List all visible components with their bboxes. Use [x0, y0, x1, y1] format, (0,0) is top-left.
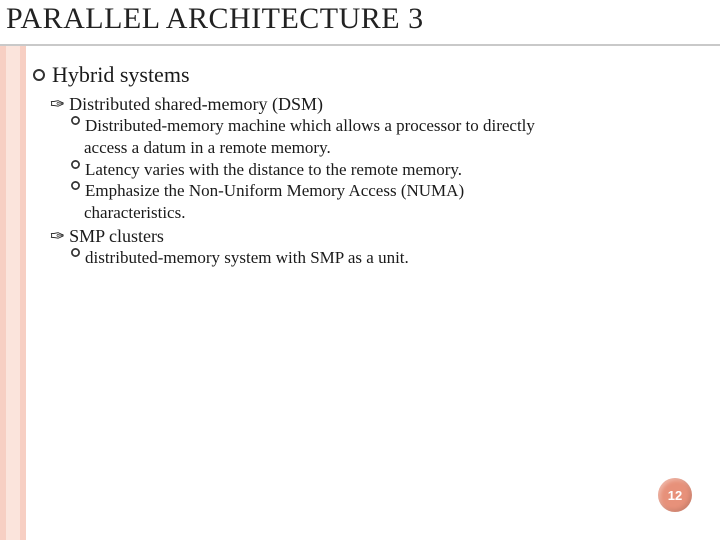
bullet-level3: Emphasize the Non-Uniform Memory Access …	[70, 180, 692, 202]
page-number-badge: 12	[658, 478, 692, 512]
wave-bullet-icon: ✑	[50, 226, 65, 247]
bullet-level1: Hybrid systems	[32, 62, 692, 88]
wave-bullet-icon: ✑	[50, 94, 65, 115]
bullet-text: SMP clusters	[69, 226, 164, 247]
bullet-text: Distributed-memory machine which allows …	[85, 115, 535, 137]
ring-bullet-icon	[70, 159, 81, 170]
bullet-text-continuation: access a datum in a remote memory.	[84, 137, 692, 159]
ring-bullet-icon	[70, 180, 81, 191]
bullet-text: Hybrid systems	[52, 62, 190, 88]
bullet-text: Emphasize the Non-Uniform Memory Access …	[85, 180, 464, 202]
bullet-level3: Latency varies with the distance to the …	[70, 159, 692, 181]
bullet-text: Latency varies with the distance to the …	[85, 159, 462, 181]
bullet-level3: distributed-memory system with SMP as a …	[70, 247, 692, 269]
bullet-level3: Distributed-memory machine which allows …	[70, 115, 692, 137]
ring-bullet-icon	[70, 115, 81, 126]
slide-content: Hybrid systems ✑ Distributed shared-memo…	[32, 62, 692, 269]
slide-title: PARALLEL ARCHITECTURE 3	[6, 2, 424, 36]
bullet-level2: ✑ SMP clusters	[50, 226, 692, 247]
page-number: 12	[668, 488, 682, 503]
left-accent-inner	[6, 44, 20, 540]
bullet-text: distributed-memory system with SMP as a …	[85, 247, 409, 269]
bullet-level2: ✑ Distributed shared-memory (DSM)	[50, 94, 692, 115]
ring-bullet-icon	[32, 68, 46, 82]
title-underline	[0, 44, 720, 46]
ring-bullet-icon	[70, 247, 81, 258]
bullet-text: Distributed shared-memory (DSM)	[69, 94, 323, 115]
bullet-text-continuation: characteristics.	[84, 202, 692, 224]
